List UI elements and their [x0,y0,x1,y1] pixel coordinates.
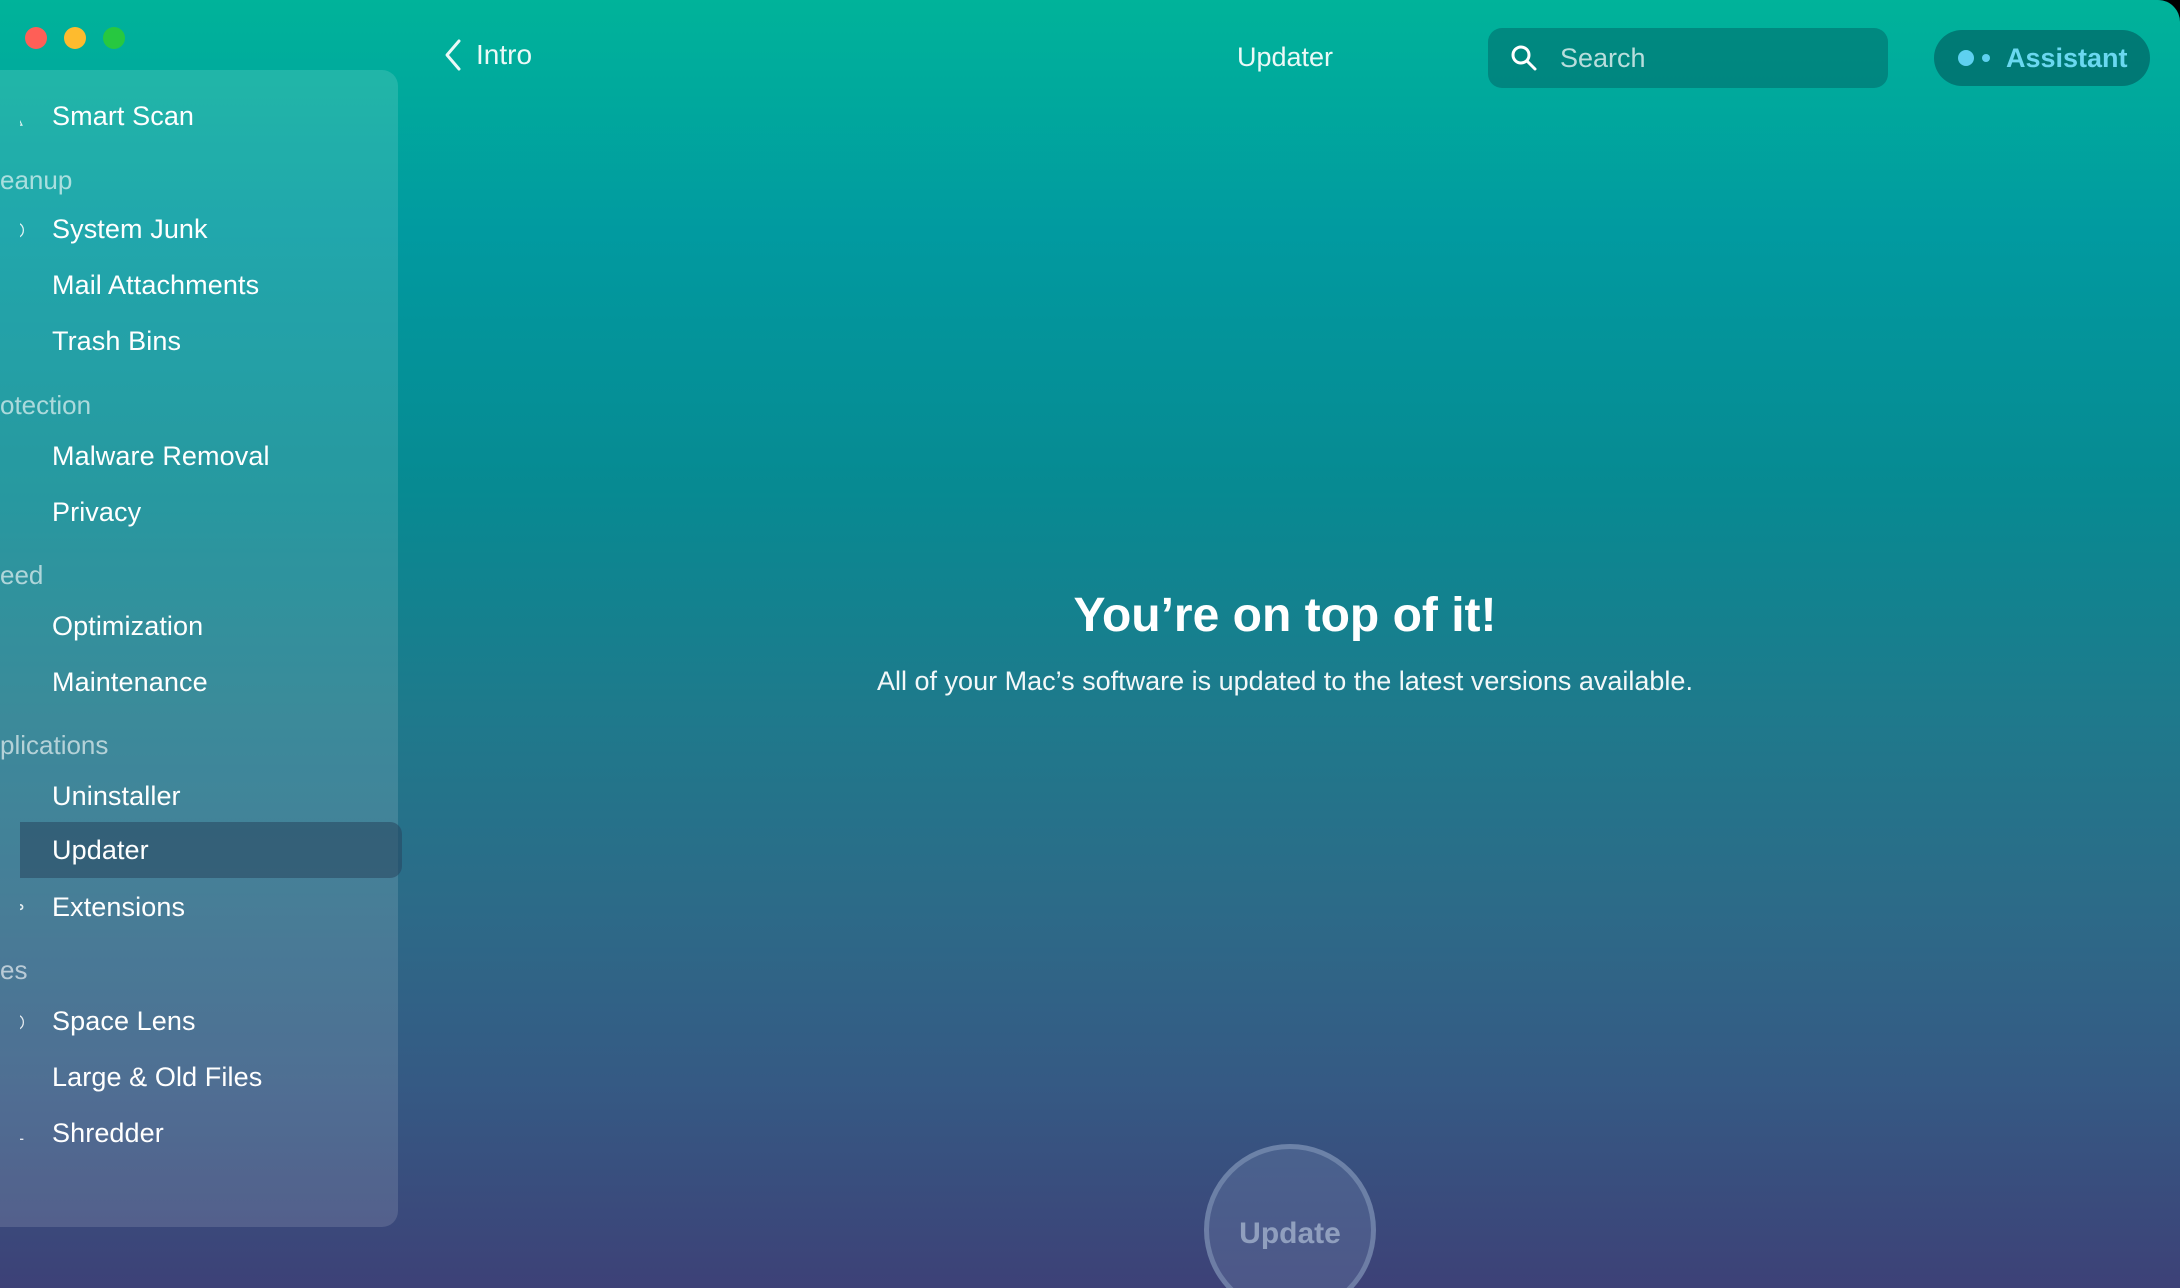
space-lens-icon: ◎ [20,1005,52,1037]
privacy-icon: ◗ [20,496,52,528]
sidebar-item-large-old-files[interactable]: ▯ Large & Old Files [20,1049,402,1105]
update-button-label: Update [1239,1217,1341,1250]
sidebar-item-malware-removal[interactable]: ⌃ Malware Removal [20,428,402,484]
sidebar-section-files: es [0,955,28,985]
sidebar-section-cleanup: eanup [0,165,73,195]
sidebar-item-smart-scan[interactable]: ◭ Smart Scan [20,88,402,144]
sidebar-item-privacy[interactable]: ◗ Privacy [20,484,402,540]
sidebar-item-label: Privacy [52,496,142,527]
status-description: All of your Mac’s software is updated to… [877,666,1693,696]
sidebar-item-trash-bins[interactable]: ▯ Trash Bins [20,313,402,369]
uninstaller-icon: ৡ [20,780,52,812]
update-button[interactable]: Update [1204,1144,1376,1288]
sidebar-item-label: Trash Bins [52,325,182,356]
app-window: ◭ Smart Scan eanup ◎ System Junk ▯ Mail … [0,0,2180,1288]
sidebar-item-updater[interactable]: ⌃ Updater [20,822,402,878]
assistant-icon [1958,50,1974,66]
sidebar-item-label: Large & Old Files [52,1061,263,1092]
assistant-icon-dot [1982,54,1990,62]
mail-attachments-icon: ▯ [20,269,52,301]
assistant-button[interactable]: Assistant [1934,30,2150,86]
sidebar-item-space-lens[interactable]: ◎ Space Lens [20,993,402,1049]
sidebar-item-label: Smart Scan [52,100,195,131]
sidebar-item-uninstaller[interactable]: ৡ Uninstaller [20,768,402,824]
sidebar-item-label: System Junk [52,213,208,244]
sidebar-item-mail-attachments[interactable]: ▯ Mail Attachments [20,257,402,313]
sidebar-section-protection: otection [0,390,92,420]
sidebar-section-applications: plications [0,730,109,760]
sidebar-item-label: Space Lens [52,1005,196,1036]
smart-scan-icon: ◭ [20,100,52,132]
shredder-icon: ⊥ [20,1117,52,1149]
trash-bins-icon: ▯ [20,325,52,357]
search-icon [1511,45,1537,71]
updater-icon: ⌃ [20,834,52,866]
assistant-label: Assistant [2006,42,2128,73]
sidebar-section-speed: eed [0,560,44,590]
large-old-files-icon: ▯ [20,1061,52,1093]
search-placeholder: Search [1560,42,1646,73]
malware-removal-icon: ⌃ [20,440,52,472]
search-field[interactable]: Search [1488,28,1888,88]
sidebar-item-label: Updater [52,834,149,865]
sidebar-item-label: Extensions [52,891,186,922]
sidebar-item-label: Mail Attachments [52,269,260,300]
sidebar-item-extensions[interactable]: ⊸ Extensions [20,879,402,935]
extensions-icon: ⊸ [20,891,52,923]
system-junk-icon: ◎ [20,213,52,245]
sidebar-item-system-junk[interactable]: ◎ System Junk [20,201,402,257]
sidebar-item-label: Malware Removal [52,440,270,471]
status-headline: You’re on top of it! [1073,589,1497,642]
sidebar-item-label: Uninstaller [52,780,181,811]
sidebar-item-shredder[interactable]: ⊥ Shredder [20,1105,402,1161]
sidebar-item-label: Shredder [52,1117,164,1148]
